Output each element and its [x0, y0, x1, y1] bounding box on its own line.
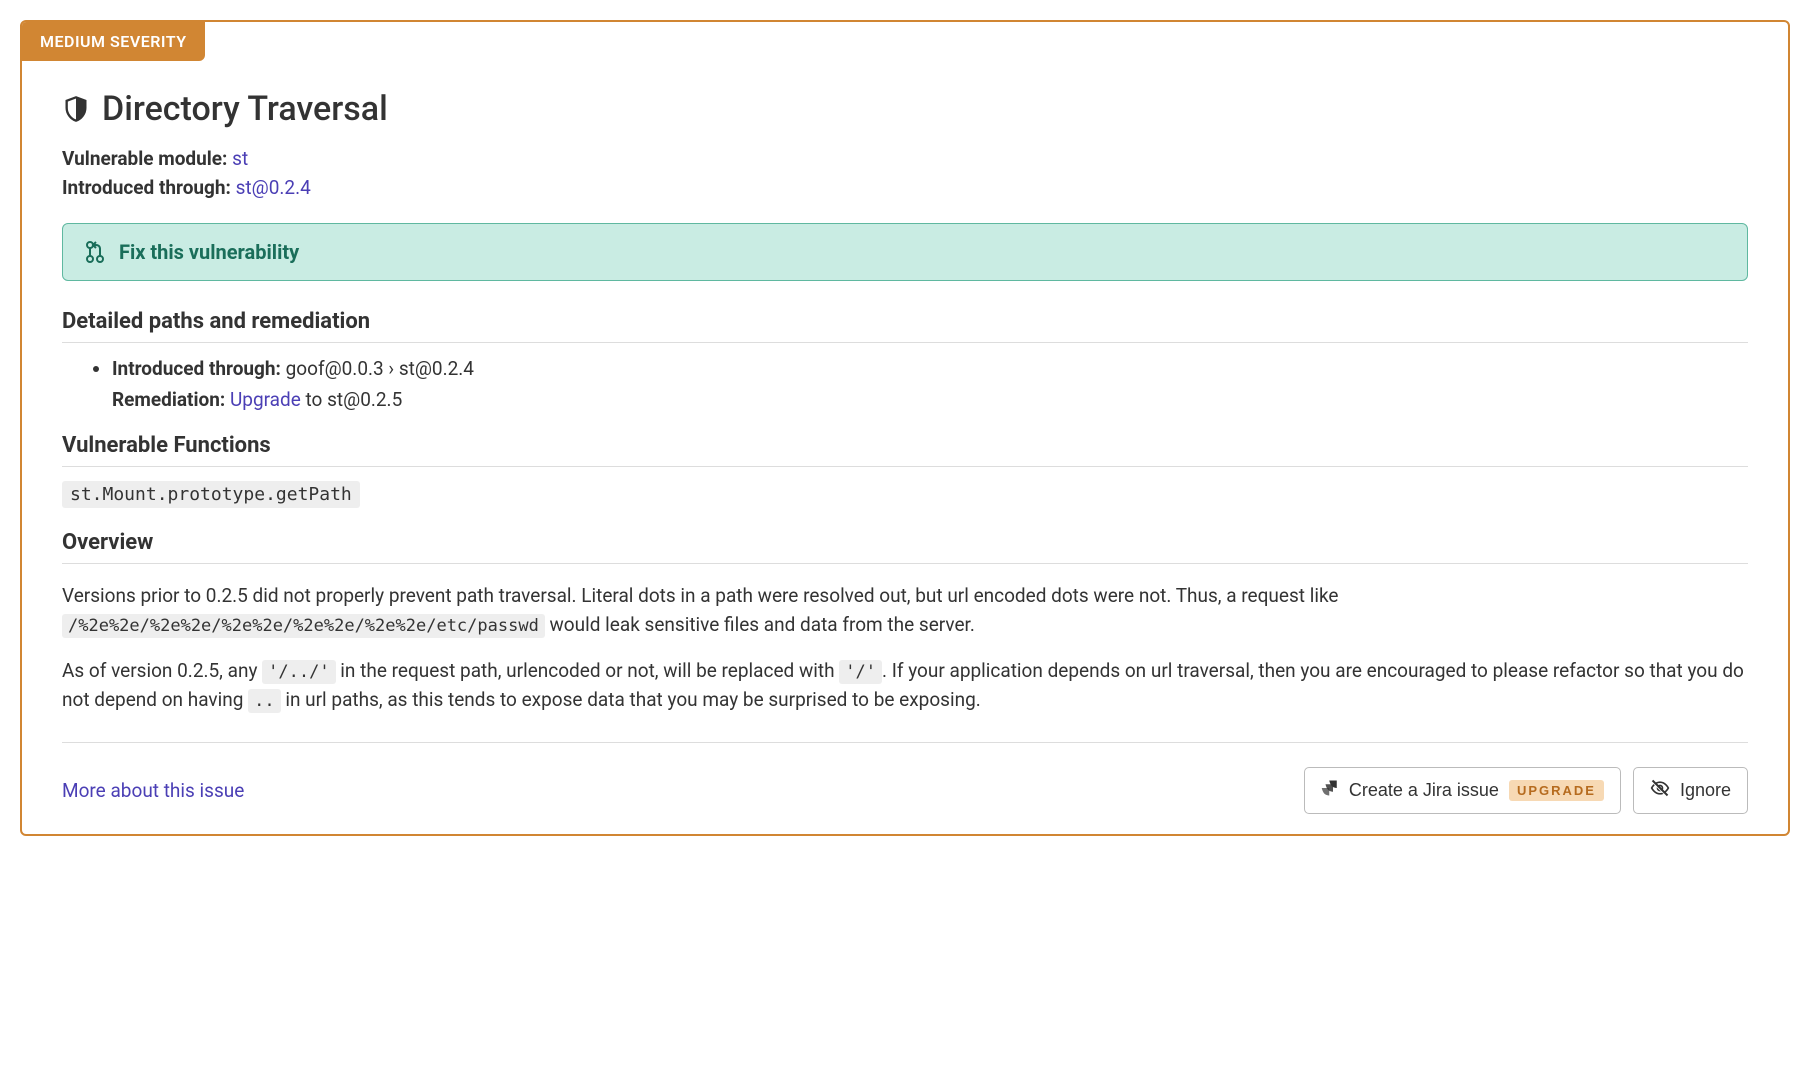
introduced-through-link[interactable]: st@0.2.4	[236, 176, 311, 199]
remediation-label: Remediation:	[112, 388, 225, 411]
introduced-through-label: Introduced through:	[62, 176, 231, 199]
eye-off-icon	[1650, 778, 1670, 803]
introduced-through-line: Introduced through: st@0.2.4	[62, 176, 1748, 199]
overview-p2-text-b: in the request path, urlencoded or not, …	[336, 659, 840, 682]
ignore-button[interactable]: Ignore	[1633, 767, 1748, 814]
remediation-upgrade-link[interactable]: Upgrade	[230, 388, 301, 411]
overview-p2-text-a: As of version 0.2.5, any	[62, 659, 262, 682]
overview-p2-text-d: in url paths, as this tends to expose da…	[281, 688, 981, 711]
fix-vulnerability-button[interactable]: Fix this vulnerability	[62, 223, 1748, 281]
remediation-target: to st@0.2.5	[301, 388, 402, 411]
shield-icon	[62, 95, 90, 123]
ignore-button-label: Ignore	[1680, 780, 1731, 801]
severity-badge: MEDIUM SEVERITY	[22, 22, 205, 61]
card-content: Directory Traversal Vulnerable module: s…	[22, 61, 1788, 814]
path-item: Introduced through: goof@0.0.3 › st@0.2.…	[112, 357, 1748, 380]
title-row: Directory Traversal	[62, 89, 1748, 129]
overview-paragraph-1: Versions prior to 0.2.5 did not properly…	[62, 582, 1748, 639]
vulnerability-card: MEDIUM SEVERITY Directory Traversal Vuln…	[20, 20, 1790, 836]
path-introduced-label: Introduced through:	[112, 357, 281, 380]
vulnerable-module-label: Vulnerable module:	[62, 147, 227, 170]
vulnerable-module-line: Vulnerable module: st	[62, 147, 1748, 170]
overview-p2-code2: '/'	[839, 660, 882, 684]
footer-actions: Create a Jira issue UPGRADE Ignore	[1304, 767, 1748, 814]
jira-icon	[1321, 779, 1339, 802]
more-about-issue-link[interactable]: More about this issue	[62, 779, 244, 802]
vulnerable-module-link[interactable]: st	[232, 147, 248, 170]
remediation-line: Remediation: Upgrade to st@0.2.5	[62, 388, 1748, 411]
path-introduced-value: goof@0.0.3 › st@0.2.4	[286, 357, 474, 380]
vulnerable-function-code: st.Mount.prototype.getPath	[62, 481, 360, 508]
overview-p1-text-b: would leak sensitive files and data from…	[545, 613, 975, 636]
overview-heading: Overview	[62, 530, 1748, 564]
fix-label: Fix this vulnerability	[119, 240, 299, 264]
overview-paragraph-2: As of version 0.2.5, any '/../' in the r…	[62, 657, 1748, 714]
overview-p2-code3: ..	[248, 689, 280, 713]
path-list: Introduced through: goof@0.0.3 › st@0.2.…	[62, 357, 1748, 380]
vulnerable-functions-heading: Vulnerable Functions	[62, 433, 1748, 467]
create-jira-issue-button[interactable]: Create a Jira issue UPGRADE	[1304, 767, 1621, 814]
overview-p1-text-a: Versions prior to 0.2.5 did not properly…	[62, 584, 1338, 607]
card-footer: More about this issue Create a Jira issu…	[62, 742, 1748, 814]
upgrade-pill: UPGRADE	[1509, 780, 1604, 801]
vulnerability-title: Directory Traversal	[102, 89, 388, 129]
jira-button-label: Create a Jira issue	[1349, 780, 1499, 801]
pull-request-icon	[85, 241, 105, 263]
overview-p2-code1: '/../'	[262, 660, 335, 684]
detailed-paths-heading: Detailed paths and remediation	[62, 309, 1748, 343]
overview-p1-code: /%2e%2e/%2e%2e/%2e%2e/%2e%2e/%2e%2e/etc/…	[62, 614, 545, 638]
